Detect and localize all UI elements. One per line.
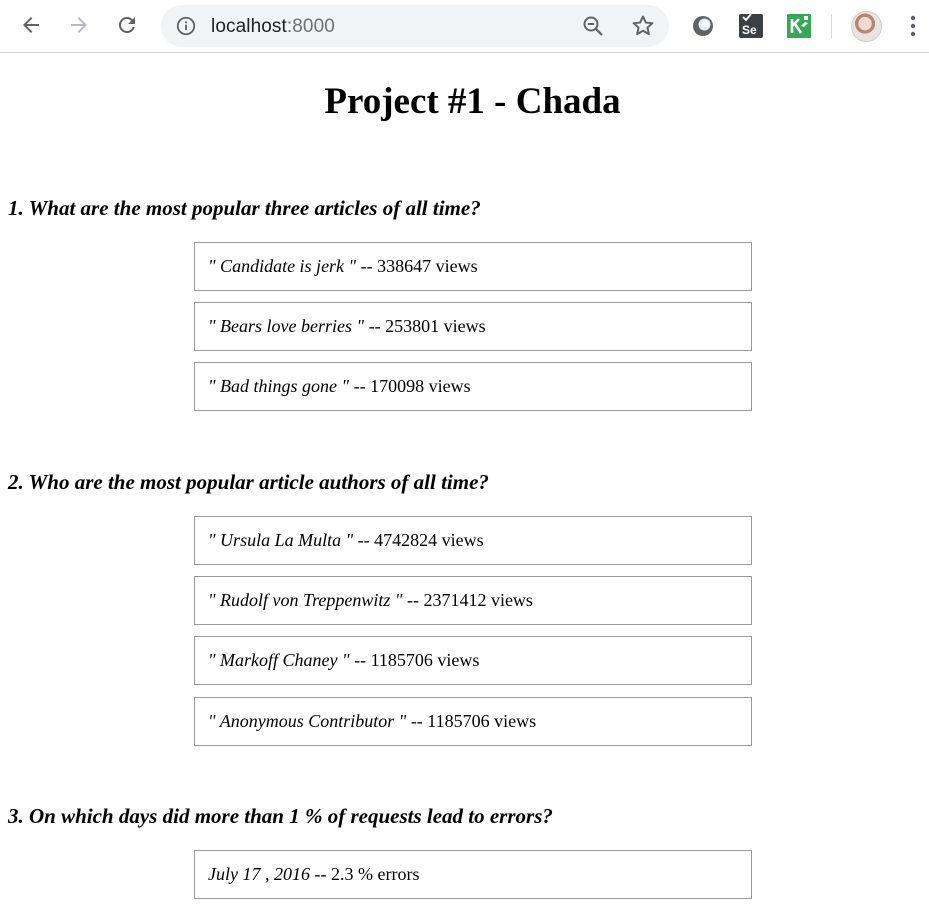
answer-box: " Rudolf von Treppenwitz " -- 2371412 vi…: [194, 576, 752, 625]
question-3: 3. On which days did more than 1 % of re…: [8, 804, 553, 828]
back-button[interactable]: [16, 10, 46, 40]
article-title: " Bears love berries ": [208, 316, 365, 336]
answer-box: " Anonymous Contributor " -- 1185706 vie…: [194, 697, 752, 746]
author-name: " Markoff Chaney ": [208, 650, 350, 670]
browser-toolbar: localhost:8000 Se: [0, 0, 929, 53]
url-host: localhost: [211, 16, 287, 37]
author-name: " Anonymous Contributor ": [208, 711, 407, 731]
extension-circle-icon[interactable]: [690, 13, 716, 39]
question-1: 1. What are the most popular three artic…: [8, 196, 481, 220]
arrow-left-icon: [23, 17, 39, 33]
answer-box: July 17 , 2016 -- 2.3 % errors: [194, 850, 752, 899]
question-2: 2. Who are the most popular article auth…: [8, 470, 489, 494]
answer-value: -- 2371412 views: [402, 590, 533, 610]
answer-value: -- 253801 views: [364, 316, 486, 336]
answer-value: -- 338647 views: [356, 256, 478, 276]
answer-box: " Markoff Chaney " -- 1185706 views: [194, 636, 752, 685]
answer-box: " Bad things gone " -- 170098 views: [194, 362, 752, 411]
answer-box: " Bears love berries " -- 253801 views: [194, 302, 752, 351]
menu-dots-icon[interactable]: [905, 13, 921, 39]
info-icon[interactable]: [175, 15, 197, 37]
author-name: " Rudolf von Treppenwitz ": [208, 590, 403, 610]
selenium-extension-icon[interactable]: Se: [738, 13, 764, 39]
zoom-out-icon[interactable]: [581, 14, 605, 38]
svg-text:Se: Se: [742, 23, 757, 37]
url-port: :8000: [286, 16, 335, 37]
error-date: July 17 , 2016: [208, 864, 310, 884]
answer-value: -- 4742824 views: [353, 530, 484, 550]
author-name: " Ursula La Multa ": [208, 530, 354, 550]
answer-value: -- 170098 views: [349, 376, 471, 396]
article-title: " Candidate is jerk ": [208, 256, 357, 276]
bookmark-star-icon[interactable]: [630, 13, 656, 39]
profile-avatar[interactable]: [851, 11, 882, 42]
answer-value: -- 1185706 views: [406, 711, 537, 731]
reload-button[interactable]: [112, 10, 142, 40]
url-text[interactable]: localhost:8000: [211, 16, 335, 38]
page-title: Project #1 - Chada: [324, 81, 621, 122]
answer-box: " Candidate is jerk " -- 338647 views: [194, 242, 752, 291]
page-content: Project #1 - Chada 1. What are the most …: [0, 54, 929, 910]
arrow-right-icon: [71, 17, 87, 33]
green-extension-icon[interactable]: [786, 13, 812, 39]
article-title: " Bad things gone ": [208, 376, 350, 396]
address-bar[interactable]: localhost:8000: [161, 5, 669, 47]
answer-box: " Ursula La Multa " -- 4742824 views: [194, 516, 752, 565]
reload-icon: [118, 16, 135, 33]
forward-button[interactable]: [64, 10, 94, 40]
answer-value: -- 2.3 % errors: [309, 864, 420, 884]
answer-value: -- 1185706 views: [349, 650, 480, 670]
toolbar-divider: [831, 14, 832, 38]
